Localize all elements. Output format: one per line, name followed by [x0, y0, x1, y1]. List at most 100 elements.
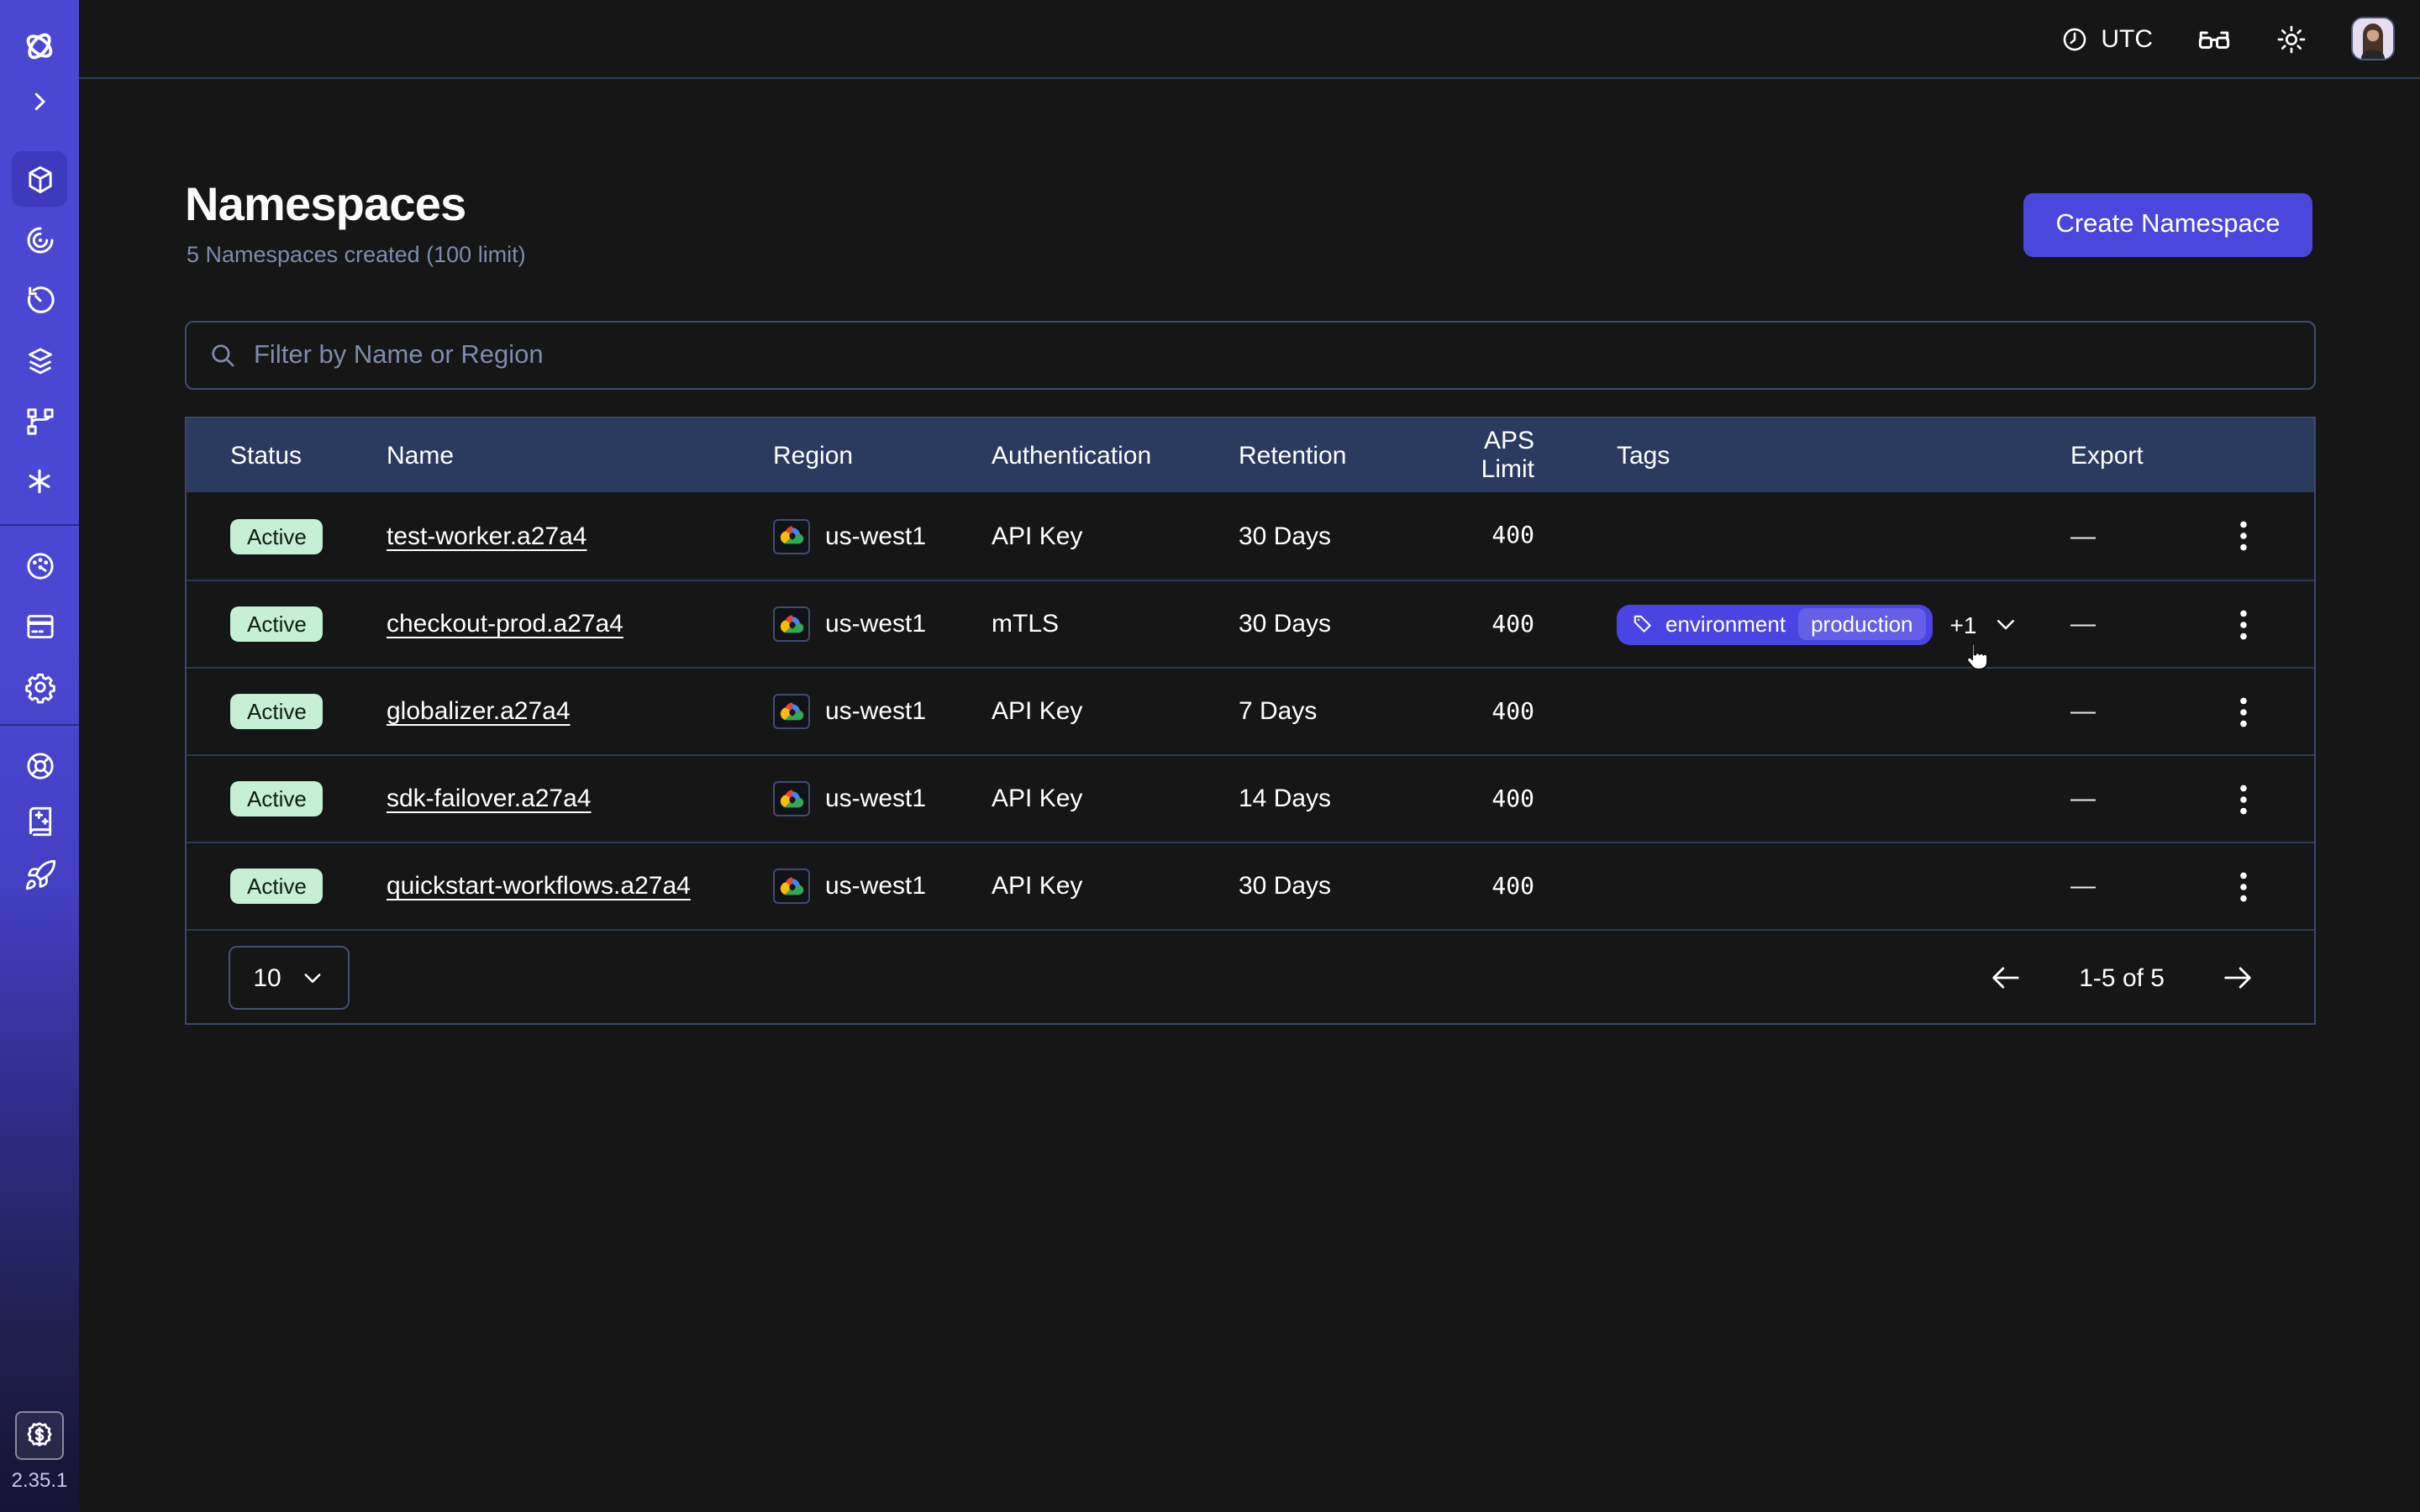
gcp-region-icon	[773, 606, 810, 642]
export-status: —	[2070, 522, 2171, 550]
tags-expand-chevron-icon[interactable]	[1993, 612, 2018, 637]
sidebar-item-support[interactable]	[12, 738, 67, 793]
gcp-region-icon	[773, 869, 810, 904]
search-icon	[208, 341, 237, 370]
sidebar: 2.35.1	[0, 0, 79, 1512]
retention-period: 30 Days	[1239, 610, 1428, 638]
status-badge: Active	[230, 694, 324, 729]
row-actions-menu-button[interactable]	[2171, 696, 2314, 727]
tags-cell: environment production +1	[1617, 604, 2070, 644]
sidebar-item-schedules[interactable]	[12, 272, 67, 328]
kebab-menu-icon	[2239, 871, 2246, 901]
export-status: —	[2070, 872, 2171, 900]
temporal-logo-icon[interactable]	[12, 18, 67, 74]
tag-more-count: +1	[1950, 611, 1977, 638]
getting-started-rocket-icon	[23, 858, 56, 891]
table-footer: 10 1-5 of 5	[187, 929, 2314, 1023]
sidebar-item-docs[interactable]	[12, 793, 67, 848]
filter-input[interactable]	[254, 340, 2292, 370]
col-header-tags: Tags	[1617, 441, 2070, 470]
timezone-selector[interactable]: UTC	[2060, 24, 2153, 53]
deployments-layers-icon	[23, 344, 56, 377]
sidebar-expand-chevron-icon[interactable]	[12, 74, 67, 129]
col-header-region: Region	[773, 441, 992, 470]
sidebar-item-workflows[interactable]	[12, 212, 67, 267]
user-avatar[interactable]	[2351, 17, 2395, 60]
aps-limit: 400	[1428, 522, 1617, 549]
auth-method: mTLS	[992, 610, 1239, 638]
row-actions-menu-button[interactable]	[2171, 871, 2314, 901]
auth-method: API Key	[992, 785, 1239, 813]
aps-limit: 400	[1428, 785, 1617, 812]
col-header-aps-limit: APS Limit	[1428, 427, 1617, 484]
docs-book-icon	[23, 804, 56, 837]
schedules-clock-icon	[23, 283, 56, 317]
sidebar-divider	[0, 724, 79, 726]
col-header-authentication: Authentication	[992, 441, 1239, 470]
namespace-link[interactable]: quickstart-workflows.a27a4	[387, 872, 691, 900]
avatar-image	[2353, 18, 2393, 59]
sidebar-item-nexus[interactable]	[12, 393, 67, 449]
theme-toggle-button[interactable]	[2275, 23, 2307, 55]
namespace-link[interactable]: test-worker.a27a4	[387, 522, 587, 550]
sidebar-item-getting-started[interactable]	[12, 847, 67, 902]
tag-key: environment	[1665, 612, 1786, 637]
page-size-select[interactable]: 10	[229, 946, 350, 1010]
billing-card-icon	[23, 609, 56, 643]
create-namespace-button[interactable]: Create Namespace	[2023, 193, 2312, 257]
table-body: Active test-worker.a27a4 us-w	[187, 492, 2314, 929]
region-label: us-west1	[825, 785, 926, 813]
sidebar-item-deployments[interactable]	[12, 333, 67, 388]
app: 2.35.1 UTC	[0, 0, 2420, 1512]
namespace-link[interactable]: sdk-failover.a27a4	[387, 785, 592, 813]
region-label: us-west1	[825, 872, 926, 900]
region-label: us-west1	[825, 697, 926, 726]
export-status: —	[2070, 785, 2171, 813]
nexus-branch-icon	[23, 404, 56, 438]
row-actions-menu-button[interactable]	[2171, 521, 2314, 551]
sidebar-item-settings[interactable]	[12, 659, 67, 714]
timezone-label: UTC	[2101, 24, 2153, 53]
export-status: —	[2070, 610, 2171, 638]
sidebar-item-billing[interactable]	[12, 598, 67, 654]
auth-method: API Key	[992, 697, 1239, 726]
retention-period: 30 Days	[1239, 522, 1428, 550]
row-actions-menu-button[interactable]	[2171, 609, 2314, 639]
arrow-right-icon	[2222, 964, 2254, 991]
aps-limit: 400	[1428, 611, 1617, 638]
retention-period: 14 Days	[1239, 785, 1428, 813]
next-page-button[interactable]	[2222, 964, 2254, 991]
region-label: us-west1	[825, 610, 926, 638]
namespaces-table: Status Name Region Authentication Retent…	[185, 417, 2316, 1025]
namespace-link[interactable]: globalizer.a27a4	[387, 697, 571, 726]
previous-page-button[interactable]	[1990, 964, 2022, 991]
table-row: Active test-worker.a27a4 us-w	[187, 492, 2314, 580]
namespace-link[interactable]: checkout-prod.a27a4	[387, 610, 623, 638]
pricing-badge-button[interactable]	[15, 1411, 64, 1460]
sidebar-item-namespaces[interactable]	[12, 151, 67, 207]
table-row: Active checkout-prod.a27a4 us	[187, 580, 2314, 667]
sun-icon	[2275, 23, 2307, 55]
labs-toggle-button[interactable]	[2196, 25, 2232, 52]
sidebar-item-usage[interactable]	[12, 538, 67, 593]
workflows-spiral-icon	[23, 223, 56, 256]
usage-gauge-icon	[23, 549, 56, 582]
kebab-menu-icon	[2239, 696, 2246, 727]
table-row: Active quickstart-workflows.a27a4	[187, 842, 2314, 929]
table-header: Status Name Region Authentication Retent…	[187, 418, 2314, 492]
auth-method: API Key	[992, 522, 1239, 550]
settings-gear-icon	[23, 669, 56, 703]
row-actions-menu-button[interactable]	[2171, 784, 2314, 814]
sidebar-item-asterisk[interactable]	[12, 454, 67, 509]
status-badge: Active	[230, 606, 324, 642]
page-title: Namespaces	[185, 178, 466, 232]
pricing-dollar-badge-icon	[24, 1420, 55, 1452]
region-label: us-west1	[825, 522, 926, 550]
auth-method: API Key	[992, 872, 1239, 900]
col-header-name: Name	[387, 441, 773, 470]
tag-chip[interactable]: environment production	[1617, 604, 1933, 644]
gcp-region-icon	[773, 694, 810, 729]
support-lifebuoy-icon	[23, 748, 56, 782]
retention-period: 7 Days	[1239, 697, 1428, 726]
kebab-menu-icon	[2239, 609, 2246, 639]
